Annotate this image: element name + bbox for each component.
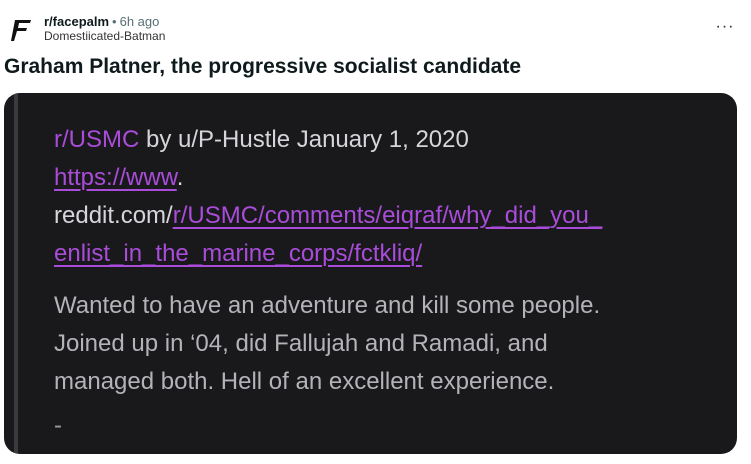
subreddit-link[interactable]: r/facepalm <box>44 14 109 29</box>
quote-bar <box>14 93 18 454</box>
url-part-2-prefix: reddit.com/ <box>54 202 173 229</box>
post-meta: r/facepalm • 6h ago Domestiicated-Batman <box>44 14 165 44</box>
ellipsis-icon: ··· <box>715 18 735 35</box>
url-part-1-suffix: . <box>176 164 184 191</box>
url-line-3: enlist_in_the_marine_corps/fctkliq/ <box>54 235 724 273</box>
url-part-2-link: r/USMC/comments/eiqraf/why_did_you_ <box>172 202 603 229</box>
url-part-1: https://www <box>54 164 177 191</box>
comment-line-2: Joined up in ‘04, did Fallujah and Ramad… <box>54 330 548 357</box>
author-link[interactable]: Domestiicated-Batman <box>44 29 165 44</box>
comment-line-3: managed both. Hell of an excellent exper… <box>54 368 555 395</box>
usmc-sub-link: r/USMC <box>54 126 140 153</box>
comment-body: Wanted to have an adventure and kill som… <box>54 287 724 401</box>
url-line-1: https://www. <box>54 159 724 197</box>
post-title[interactable]: Graham Platner, the progressive socialis… <box>4 55 521 79</box>
url-line-2: reddit.com/r/USMC/comments/eiqraf/why_di… <box>54 197 724 235</box>
facepalm-letter-f-icon[interactable] <box>8 16 36 44</box>
quote-header-line: r/USMC by u/P-Hustle January 1, 2020 <box>54 121 724 159</box>
meta-separator: • <box>112 14 117 29</box>
quote-byline: by u/P-Hustle January 1, 2020 <box>139 126 469 153</box>
comment-line-1: Wanted to have an adventure and kill som… <box>54 292 601 319</box>
url-part-3-link: enlist_in_the_marine_corps/fctkliq/ <box>54 240 423 267</box>
trailing-dash: - <box>54 412 62 439</box>
more-options-button[interactable]: ··· <box>713 18 737 40</box>
post-header: r/facepalm • 6h ago Domestiicated-Batman ·… <box>8 10 743 50</box>
post-image[interactable]: r/USMC by u/P-Hustle January 1, 2020 htt… <box>4 93 737 454</box>
post-time: 6h ago <box>119 14 160 29</box>
quoted-comment: r/USMC by u/P-Hustle January 1, 2020 htt… <box>54 121 724 445</box>
